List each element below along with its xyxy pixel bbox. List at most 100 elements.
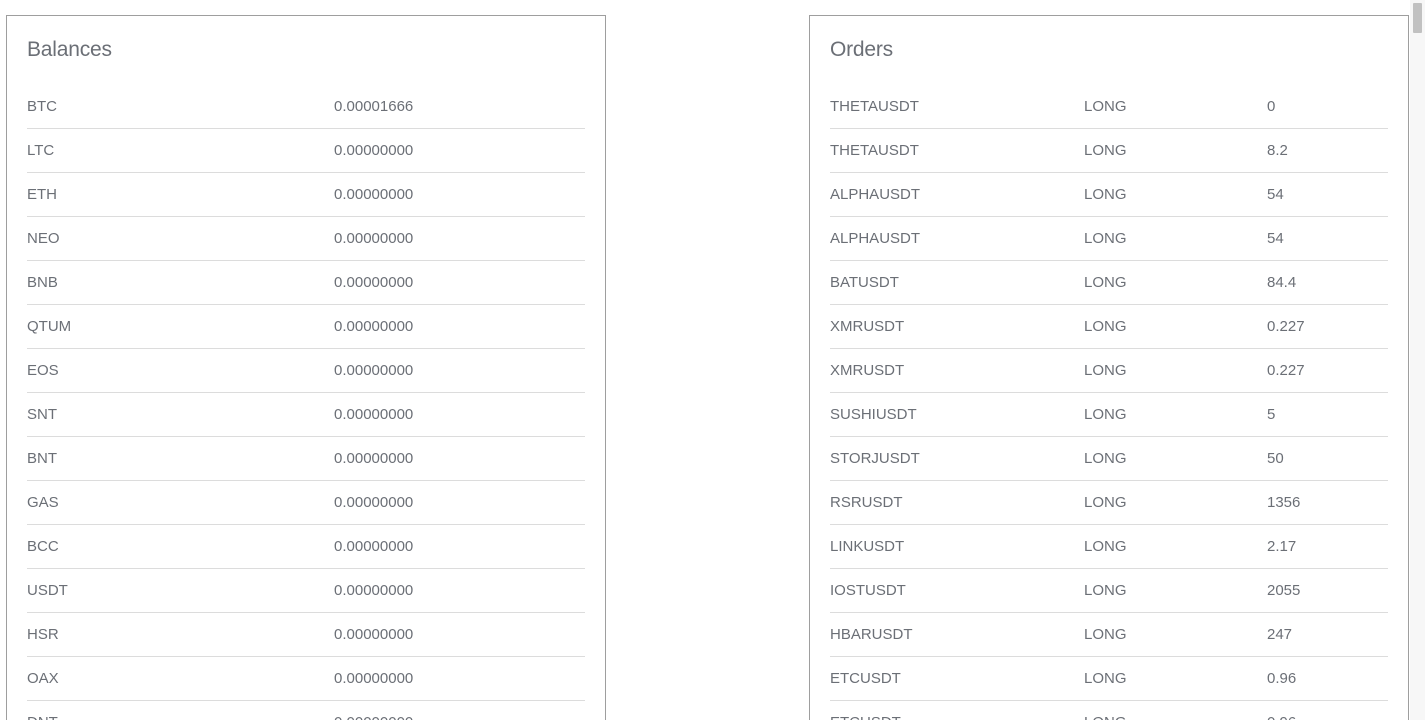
order-row: HBARUSDT LONG 247 <box>830 613 1388 657</box>
balance-row: DNT 0.00000000 <box>27 701 585 720</box>
order-symbol: BATUSDT <box>830 274 899 291</box>
order-side: LONG <box>1084 670 1127 687</box>
balance-amount: 0.00000000 <box>334 582 414 599</box>
balance-row: SNT 0.00000000 <box>27 393 585 437</box>
order-row: ETCUSDT LONG 0.96 <box>830 701 1388 720</box>
order-symbol: HBARUSDT <box>830 626 913 643</box>
balance-row: BTC 0.00001666 <box>27 85 585 129</box>
order-symbol: XMRUSDT <box>830 318 905 335</box>
balance-row: QTUM 0.00000000 <box>27 305 585 349</box>
balance-row: BNT 0.00000000 <box>27 437 585 481</box>
balance-asset: USDT <box>27 582 68 599</box>
order-quantity: 54 <box>1267 230 1284 247</box>
order-side: LONG <box>1084 626 1127 643</box>
order-row: LINKUSDT LONG 2.17 <box>830 525 1388 569</box>
order-symbol: IOSTUSDT <box>830 582 906 599</box>
balances-title: Balances <box>27 38 112 61</box>
order-side: LONG <box>1084 362 1127 379</box>
balance-asset: LTC <box>27 142 55 159</box>
order-row: RSRUSDT LONG 1356 <box>830 481 1388 525</box>
order-quantity: 2.17 <box>1267 538 1297 555</box>
balance-asset: NEO <box>27 230 60 247</box>
order-symbol: RSRUSDT <box>830 494 903 511</box>
balance-amount: 0.00000000 <box>334 142 414 159</box>
order-row: THETAUSDT LONG 0 <box>830 85 1388 129</box>
balance-amount: 0.00000000 <box>334 450 414 467</box>
order-side: LONG <box>1084 582 1127 599</box>
order-row: STORJUSDT LONG 50 <box>830 437 1388 481</box>
balance-row: OAX 0.00000000 <box>27 657 585 701</box>
order-row: THETAUSDT LONG 8.2 <box>830 129 1388 173</box>
balance-asset: QTUM <box>27 318 72 335</box>
orders-panel: Orders THETAUSDT LONG 0 THETAUSDT LONG 8.2 ALP… <box>809 15 1409 720</box>
balance-row: NEO 0.00000000 <box>27 217 585 261</box>
orders-list: THETAUSDT LONG 0 THETAUSDT LONG 8.2 ALPHAUSDT L… <box>830 85 1388 720</box>
order-row: XMRUSDT LONG 0.227 <box>830 305 1388 349</box>
balance-amount: 0.00000000 <box>334 494 414 511</box>
order-side: LONG <box>1084 98 1127 115</box>
balance-asset: SNT <box>27 406 57 423</box>
page: Balances BTC 0.00001666 LTC 0.00000000 ETH 0.… <box>0 0 1425 720</box>
order-quantity: 0.227 <box>1267 362 1305 379</box>
order-row: SUSHIUSDT LONG 5 <box>830 393 1388 437</box>
order-quantity: 50 <box>1267 450 1284 467</box>
order-side: LONG <box>1084 230 1127 247</box>
order-symbol: ALPHAUSDT <box>830 186 921 203</box>
order-quantity: 54 <box>1267 186 1284 203</box>
balance-amount: 0.00000000 <box>334 318 414 335</box>
balance-amount: 0.00000000 <box>334 230 414 247</box>
order-symbol: ETCUSDT <box>830 670 901 687</box>
balance-asset: BNT <box>27 450 57 467</box>
scrollbar-thumb[interactable] <box>1413 3 1422 33</box>
order-side: LONG <box>1084 450 1127 467</box>
order-side: LONG <box>1084 714 1127 720</box>
order-side: LONG <box>1084 406 1127 423</box>
order-symbol: SUSHIUSDT <box>830 406 917 423</box>
orders-title: Orders <box>830 38 893 61</box>
order-symbol: ETCUSDT <box>830 714 901 720</box>
order-symbol: THETAUSDT <box>830 142 919 159</box>
balance-row: BCC 0.00000000 <box>27 525 585 569</box>
balance-amount: 0.00001666 <box>334 98 414 115</box>
balance-asset: HSR <box>27 626 59 643</box>
order-symbol: STORJUSDT <box>830 450 920 467</box>
balance-row: GAS 0.00000000 <box>27 481 585 525</box>
balance-amount: 0.00000000 <box>334 274 414 291</box>
balance-asset: OAX <box>27 670 59 687</box>
balance-row: LTC 0.00000000 <box>27 129 585 173</box>
balances-list: BTC 0.00001666 LTC 0.00000000 ETH 0.00000000 N… <box>27 85 585 720</box>
order-quantity: 2055 <box>1267 582 1301 599</box>
balances-panel: Balances BTC 0.00001666 LTC 0.00000000 ETH 0.… <box>6 15 606 720</box>
order-side: LONG <box>1084 318 1127 335</box>
order-side: LONG <box>1084 274 1127 291</box>
order-side: LONG <box>1084 142 1127 159</box>
order-row: IOSTUSDT LONG 2055 <box>830 569 1388 613</box>
order-symbol: LINKUSDT <box>830 538 905 555</box>
order-quantity: 5 <box>1267 406 1276 423</box>
balance-asset: ETH <box>27 186 57 203</box>
page-scrollbar[interactable] <box>1410 0 1425 720</box>
order-quantity: 84.4 <box>1267 274 1297 291</box>
balance-row: EOS 0.00000000 <box>27 349 585 393</box>
order-quantity: 247 <box>1267 626 1293 643</box>
balance-asset: BTC <box>27 98 57 115</box>
balance-row: HSR 0.00000000 <box>27 613 585 657</box>
order-quantity: 0.96 <box>1267 670 1297 687</box>
balance-asset: BNB <box>27 274 58 291</box>
balance-row: BNB 0.00000000 <box>27 261 585 305</box>
balance-row: ETH 0.00000000 <box>27 173 585 217</box>
order-row: ETCUSDT LONG 0.96 <box>830 657 1388 701</box>
order-symbol: XMRUSDT <box>830 362 905 379</box>
order-side: LONG <box>1084 494 1127 511</box>
order-side: LONG <box>1084 538 1127 555</box>
order-quantity: 0.96 <box>1267 714 1296 720</box>
order-row: XMRUSDT LONG 0.227 <box>830 349 1388 393</box>
balance-amount: 0.00000000 <box>334 626 414 643</box>
order-quantity: 0.227 <box>1267 318 1305 335</box>
order-row: ALPHAUSDT LONG 54 <box>830 173 1388 217</box>
balance-amount: 0.00000000 <box>334 362 414 379</box>
balance-amount: 0.00000000 <box>334 186 414 203</box>
balance-amount: 0.00000000 <box>334 538 414 555</box>
balance-asset: EOS <box>27 362 59 379</box>
balance-amount: 0.00000000 <box>334 406 414 423</box>
